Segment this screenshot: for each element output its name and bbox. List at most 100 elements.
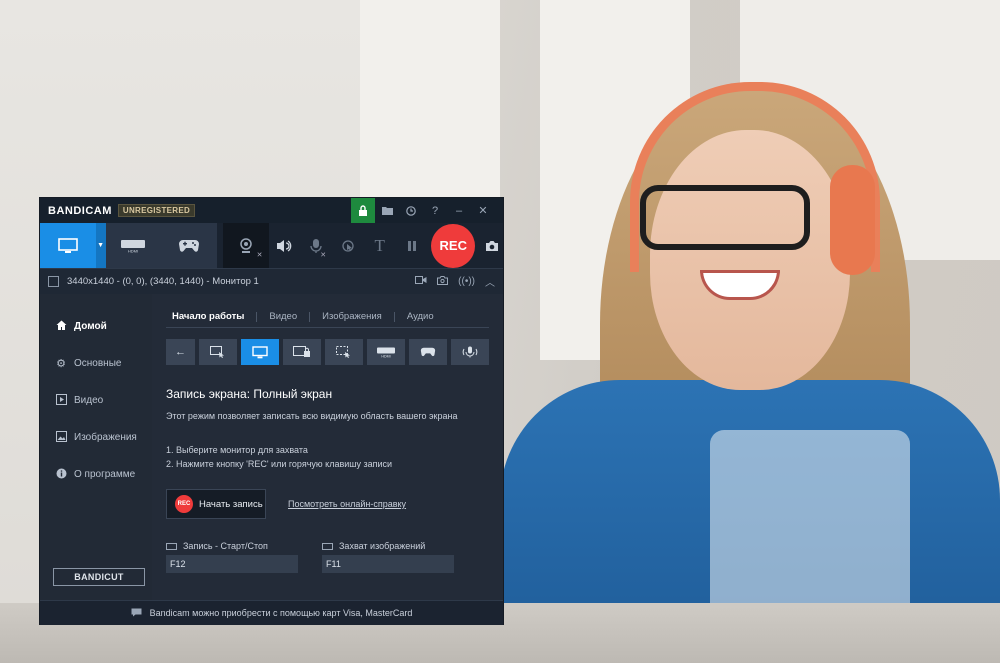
- keyboard-icon: [166, 542, 177, 550]
- window-lock-mode-button[interactable]: [283, 339, 321, 365]
- hdmi-icon: HDMI: [377, 347, 395, 358]
- rectangle-mode-button[interactable]: [199, 339, 237, 365]
- game-mode-button[interactable]: [161, 223, 217, 268]
- window-lock-icon: [293, 346, 310, 357]
- hotkey-record-label: Запись - Старт/Стоп: [183, 541, 268, 551]
- gear-icon: ⚙: [56, 358, 66, 370]
- sidebar-item-video[interactable]: Видео: [40, 382, 152, 419]
- hotkey-capture-label: Захват изображений: [339, 541, 426, 551]
- sidebar-item-label: О программе: [74, 469, 136, 480]
- chevron-up-icon[interactable]: ︿: [485, 274, 495, 289]
- pause-button[interactable]: [396, 223, 428, 268]
- headphone-earcup: [830, 165, 875, 275]
- home-icon: [54, 320, 68, 334]
- webcam-icon: [239, 237, 252, 253]
- monitor-icon: [58, 237, 78, 253]
- fullscreen-mode-button[interactable]: [241, 339, 279, 365]
- image-icon: [54, 430, 68, 445]
- app-brand: BANDICAM: [48, 204, 112, 217]
- microphone-toggle[interactable]: ✕: [300, 223, 332, 268]
- hdmi-icon: HDMI: [121, 239, 146, 253]
- sidebar-item-images[interactable]: Изображения: [40, 419, 152, 456]
- cursor-click-icon: [342, 239, 354, 252]
- text-icon: T: [374, 235, 385, 255]
- step-1: 1. Выберите монитор для захвата: [166, 445, 308, 455]
- title-bar[interactable]: BANDICAM UNREGISTERED ? – ✕: [40, 198, 503, 223]
- svg-text:HDMI: HDMI: [128, 248, 138, 253]
- area-select-mode-button[interactable]: [325, 339, 363, 365]
- tab-audio[interactable]: Аудио: [395, 311, 446, 322]
- step-2: 2. Нажмите кнопку 'REC' или горячую клав…: [166, 459, 393, 469]
- webcam-toggle[interactable]: ✕: [222, 223, 269, 268]
- online-help-link[interactable]: Посмотреть онлайн-справку: [288, 499, 406, 509]
- bandicut-button[interactable]: BANDICUT: [53, 568, 145, 586]
- video-icon: [54, 393, 68, 408]
- broadcast-icon[interactable]: ((•)): [458, 276, 475, 287]
- disabled-x-icon: ✕: [256, 252, 263, 259]
- pause-icon: [407, 240, 416, 251]
- video-camera-icon[interactable]: [415, 276, 427, 287]
- gamepad-icon: [179, 239, 199, 252]
- area-checkbox[interactable]: [48, 276, 59, 287]
- lock-icon[interactable]: [351, 198, 375, 223]
- start-recording-button[interactable]: REC Начать запись: [166, 489, 266, 519]
- capture-mode-row: ← HDMI: [166, 339, 489, 365]
- text-overlay-toggle[interactable]: T: [364, 223, 396, 268]
- help-icon[interactable]: ?: [423, 198, 447, 223]
- monitor-icon: [252, 345, 268, 358]
- hotkey-record-field[interactable]: F12: [166, 555, 298, 573]
- cursor-effect-toggle[interactable]: [332, 223, 364, 268]
- keyboard-icon: [322, 542, 333, 550]
- back-button[interactable]: ←: [166, 339, 195, 365]
- sidebar-item-label: Основные: [74, 358, 122, 369]
- capture-info-bar: 3440x1440 - (0, 0), (3440, 1440) - Монит…: [40, 268, 503, 294]
- close-icon[interactable]: ✕: [471, 198, 495, 223]
- tab-getting-started[interactable]: Начало работы: [166, 311, 256, 322]
- audio-only-button[interactable]: [451, 339, 489, 365]
- hotkey-capture-field[interactable]: F11: [322, 555, 454, 573]
- sidebar-item-label: Домой: [74, 321, 107, 332]
- footer-text: Bandicam можно приобрести с помощью карт…: [149, 608, 413, 618]
- capture-area-text: 3440x1440 - (0, 0), (3440, 1440) - Монит…: [67, 276, 259, 287]
- hotkey-record: Запись - Старт/Стоп F12: [166, 541, 298, 573]
- screenshot-button[interactable]: [481, 223, 503, 268]
- sidebar-item-about[interactable]: О программе: [40, 456, 152, 493]
- speaker-icon: [277, 239, 292, 252]
- disabled-x-icon: ✕: [320, 252, 327, 259]
- speaker-toggle[interactable]: [269, 223, 301, 268]
- camera-icon: [486, 240, 499, 251]
- minimize-icon[interactable]: –: [447, 198, 471, 223]
- tab-images[interactable]: Изображения: [310, 311, 394, 322]
- sidebar-item-label: Видео: [74, 395, 104, 406]
- folder-icon[interactable]: [375, 198, 399, 223]
- arrow-left-icon: ←: [175, 346, 186, 358]
- microphone-wave-icon: [462, 346, 478, 358]
- start-recording-label: Начать запись: [199, 498, 263, 510]
- tab-video[interactable]: Видео: [257, 311, 309, 322]
- action-row: REC Начать запись Посмотреть онлайн-спра…: [166, 489, 489, 519]
- hotkey-capture: Захват изображений F11: [322, 541, 454, 573]
- sidebar: Домой ⚙ Основные Видео Изображения О про…: [40, 294, 152, 600]
- status-footer: Bandicam можно приобрести с помощью карт…: [40, 600, 503, 625]
- hdmi-mode-button[interactable]: HDMI: [105, 223, 162, 268]
- sidebar-item-general[interactable]: ⚙ Основные: [40, 345, 152, 382]
- chat-bubble-icon: [131, 608, 142, 619]
- hdmi-device-button[interactable]: HDMI: [367, 339, 405, 365]
- rec-button[interactable]: REC: [431, 223, 476, 268]
- eyeglasses: [640, 185, 810, 250]
- mode-dropdown-arrow[interactable]: ▼: [95, 223, 106, 268]
- section-description: Этот режим позволяет записать всю видиму…: [166, 411, 458, 421]
- screenshot-small-icon[interactable]: [437, 275, 449, 288]
- screen-mode-button[interactable]: [40, 223, 96, 268]
- instruction-steps: 1. Выберите монитор для захвата 2. Нажми…: [166, 443, 489, 471]
- rec-badge-icon: REC: [175, 495, 193, 513]
- clock-icon[interactable]: [399, 198, 423, 223]
- info-icon: [54, 468, 68, 482]
- game-record-button[interactable]: [409, 339, 447, 365]
- section-title: Запись экрана: Полный экран: [166, 387, 333, 401]
- gamepad-icon: [420, 347, 436, 357]
- sidebar-item-home[interactable]: Домой: [40, 308, 152, 345]
- registration-badge: UNREGISTERED: [117, 204, 196, 217]
- bandicam-window: BANDICAM UNREGISTERED ? – ✕ ▼ HDMI ✕ ✕ T…: [39, 197, 504, 625]
- sidebar-item-label: Изображения: [74, 432, 137, 443]
